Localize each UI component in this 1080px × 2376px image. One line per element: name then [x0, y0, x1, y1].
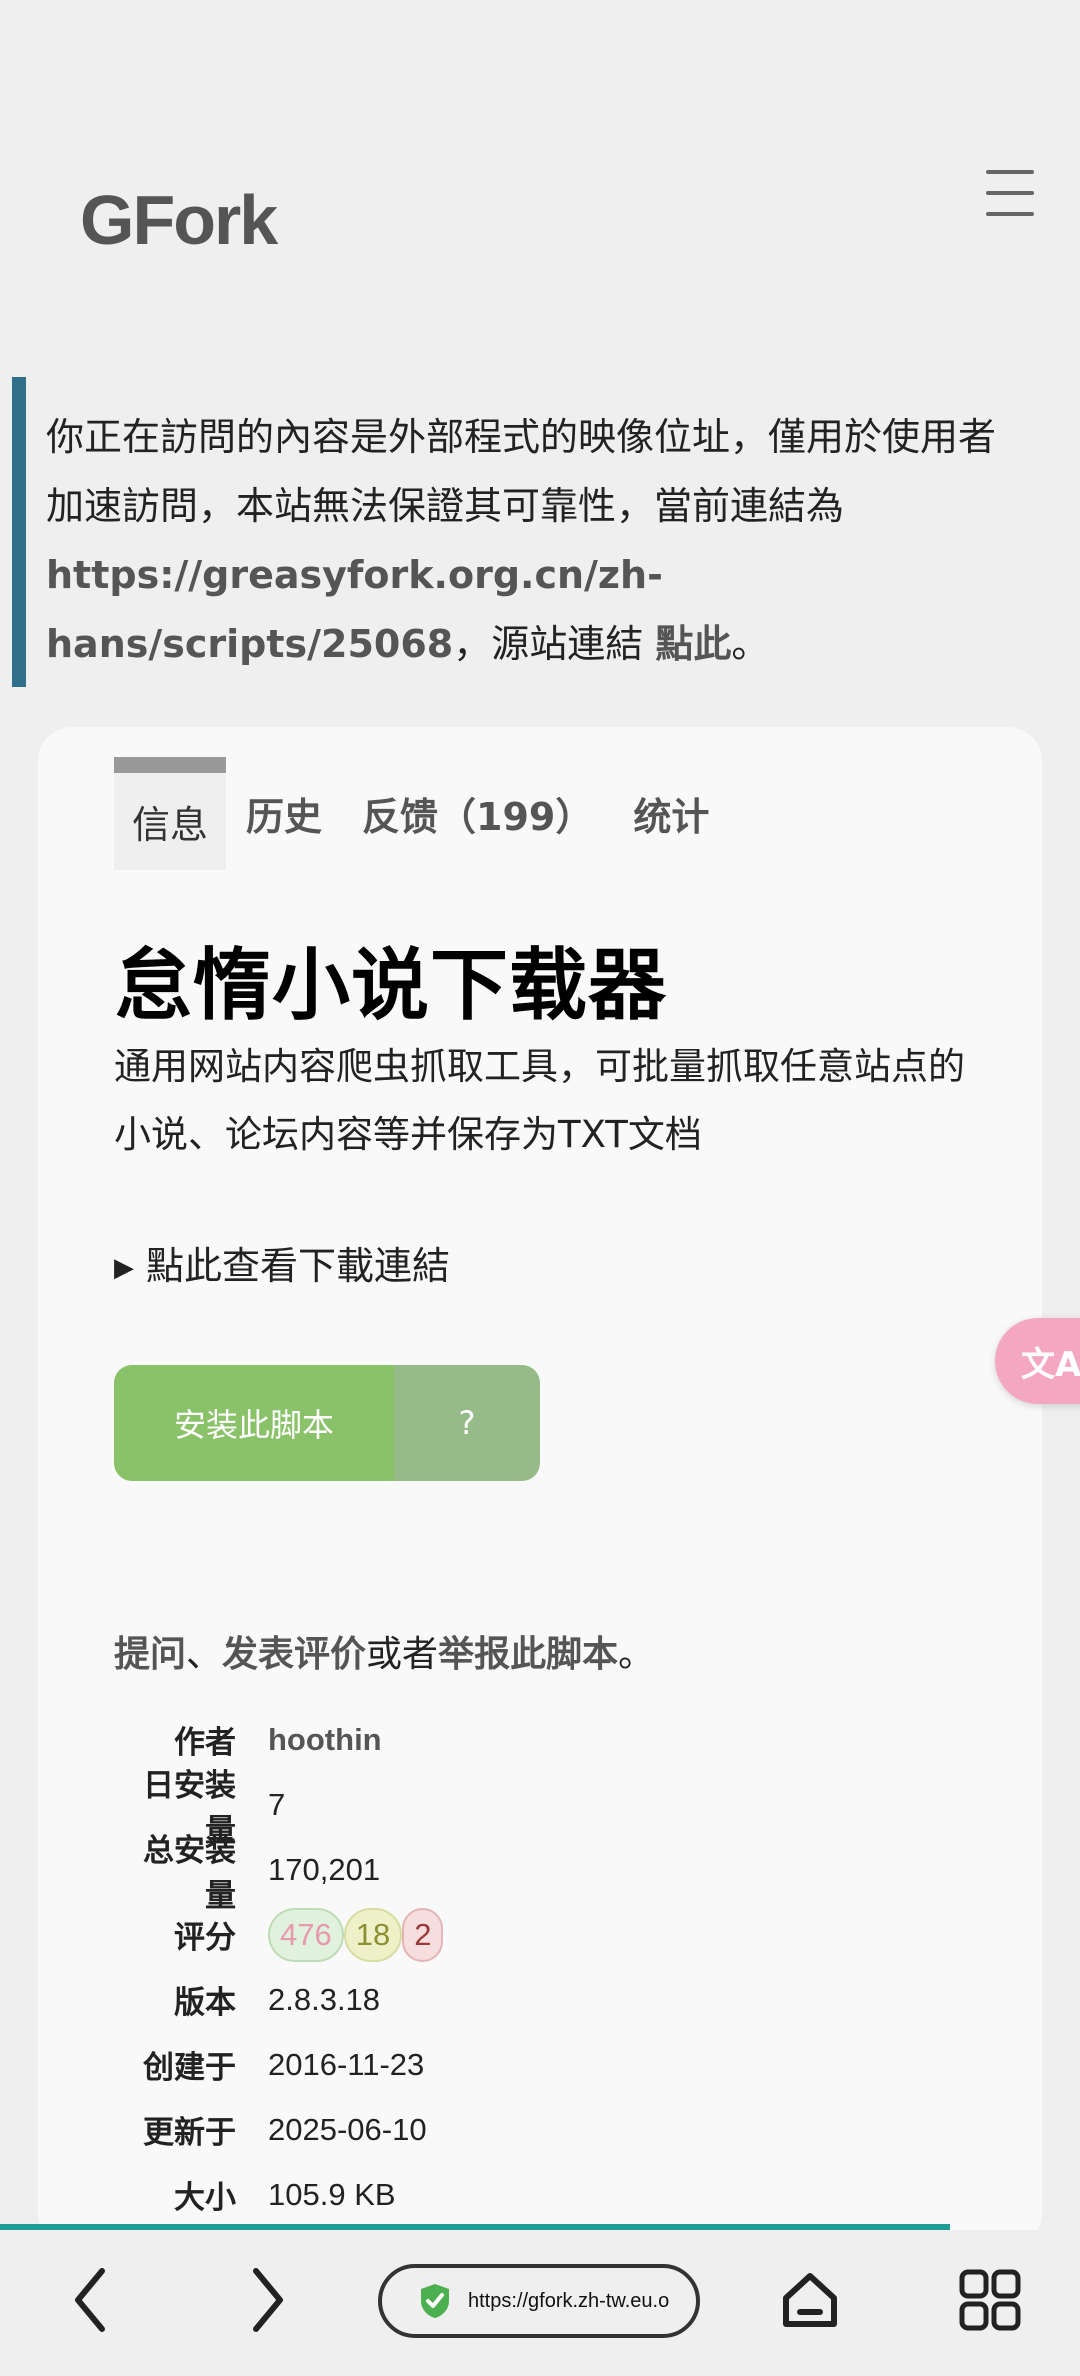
back-arrow-icon[interactable] — [50, 2260, 130, 2340]
ask-link[interactable]: 提问 — [114, 1634, 186, 1675]
home-icon[interactable] — [770, 2260, 850, 2340]
info-label: 总安装量 — [143, 1832, 236, 1914]
info-row-size: 大小 105.9 KB — [114, 2162, 443, 2227]
info-label: 大小 — [174, 2180, 236, 2216]
feedback-sep: 、 — [186, 1634, 223, 1675]
install-button-group: 安装此脚本 ? — [114, 1365, 540, 1481]
browser-bottom-bar: https://gfork.zh-tw.eu.o — [0, 2230, 1080, 2376]
disclosure-triangle-icon: ▶ — [114, 1253, 134, 1283]
download-links-toggle[interactable]: ▶ 點此查看下載連結 — [114, 1235, 450, 1290]
info-label: 创建于 — [143, 2050, 236, 2086]
script-info-list: 作者 hoothin 日安装量 7 总安装量 170,201 评分 476 18… — [114, 1707, 444, 2227]
info-label: 版本 — [174, 1985, 236, 2021]
notice-text-middle: ，源站連結 — [453, 622, 656, 666]
forward-arrow-icon[interactable] — [228, 2260, 308, 2340]
info-row-total: 总安装量 170,201 — [114, 1833, 443, 1914]
script-card: 信息 历史 反馈（199） 统计 怠惰小说下载器 通用网站内容爬虫抓取工具，可批… — [38, 727, 1042, 2247]
info-value: 7 — [268, 1786, 286, 1822]
info-value: 105.9 KB — [268, 2176, 396, 2212]
script-title: 怠惰小说下载器 — [114, 941, 668, 1031]
rating-bad-badge[interactable]: 2 — [402, 1907, 444, 1962]
info-label: 更新于 — [143, 2115, 236, 2151]
feedback-line: 提问、发表评价或者举报此脚本。 — [114, 1625, 654, 1677]
info-row-version: 版本 2.8.3.18 — [114, 1967, 443, 2032]
author-link[interactable]: hoothin — [268, 1722, 382, 1758]
tab-stats[interactable]: 统计 — [613, 757, 729, 870]
rating-badges: 476 18 2 — [268, 1907, 444, 1962]
notice-text-end: 。 — [731, 622, 770, 666]
hamburger-menu-icon[interactable] — [986, 170, 1034, 216]
address-bar[interactable]: https://gfork.zh-tw.eu.o — [378, 2264, 700, 2338]
info-value: 170,201 — [268, 1851, 381, 1887]
info-row-updated: 更新于 2025-06-10 — [114, 2097, 443, 2162]
install-script-button[interactable]: 安装此脚本 — [114, 1365, 394, 1481]
tab-history[interactable]: 历史 — [226, 757, 342, 870]
feedback-end: 。 — [618, 1634, 655, 1675]
source-link[interactable]: 點此 — [655, 622, 731, 666]
notice-text: 你正在訪問的內容是外部程式的映像位址，僅用於使用者加速訪問，本站無法保證其可靠性… — [46, 415, 997, 528]
info-value: 2016-11-23 — [268, 2046, 425, 2082]
translate-icon[interactable]: 文A — [995, 1318, 1080, 1404]
install-help-button[interactable]: ? — [394, 1365, 540, 1481]
script-description: 通用网站内容爬虫抓取工具，可批量抓取任意站点的小说、论坛内容等并保存为TXT文档 — [114, 1045, 965, 1156]
shield-check-icon — [421, 2284, 449, 2318]
info-label: 作者 — [174, 1725, 236, 1761]
info-label: 评分 — [174, 1920, 236, 1956]
info-row-rating: 评分 476 18 2 — [114, 1902, 444, 1967]
rating-good-badge[interactable]: 476 — [268, 1907, 344, 1962]
info-value: 2025-06-10 — [268, 2111, 427, 2147]
site-logo[interactable]: GFork — [80, 180, 278, 260]
info-value: 2.8.3.18 — [268, 1981, 381, 2017]
review-link[interactable]: 发表评价 — [222, 1634, 366, 1675]
url-text: https://gfork.zh-tw.eu.o — [468, 2289, 670, 2312]
download-links-label: 點此查看下載連結 — [146, 1244, 451, 1288]
tab-info[interactable]: 信息 — [114, 757, 227, 870]
mirror-notice: 你正在訪問的內容是外部程式的映像位址，僅用於使用者加速訪問，本站無法保證其可靠性… — [12, 377, 1042, 687]
apps-grid-icon[interactable] — [950, 2260, 1030, 2340]
rating-ok-badge[interactable]: 18 — [343, 1907, 403, 1962]
script-tabs: 信息 历史 反馈（199） 统计 — [114, 757, 729, 870]
report-link[interactable]: 举报此脚本 — [438, 1634, 618, 1675]
info-row-created: 创建于 2016-11-23 — [114, 2032, 443, 2097]
tab-feedback[interactable]: 反馈（199） — [342, 757, 613, 870]
feedback-sep: 或者 — [366, 1634, 439, 1675]
